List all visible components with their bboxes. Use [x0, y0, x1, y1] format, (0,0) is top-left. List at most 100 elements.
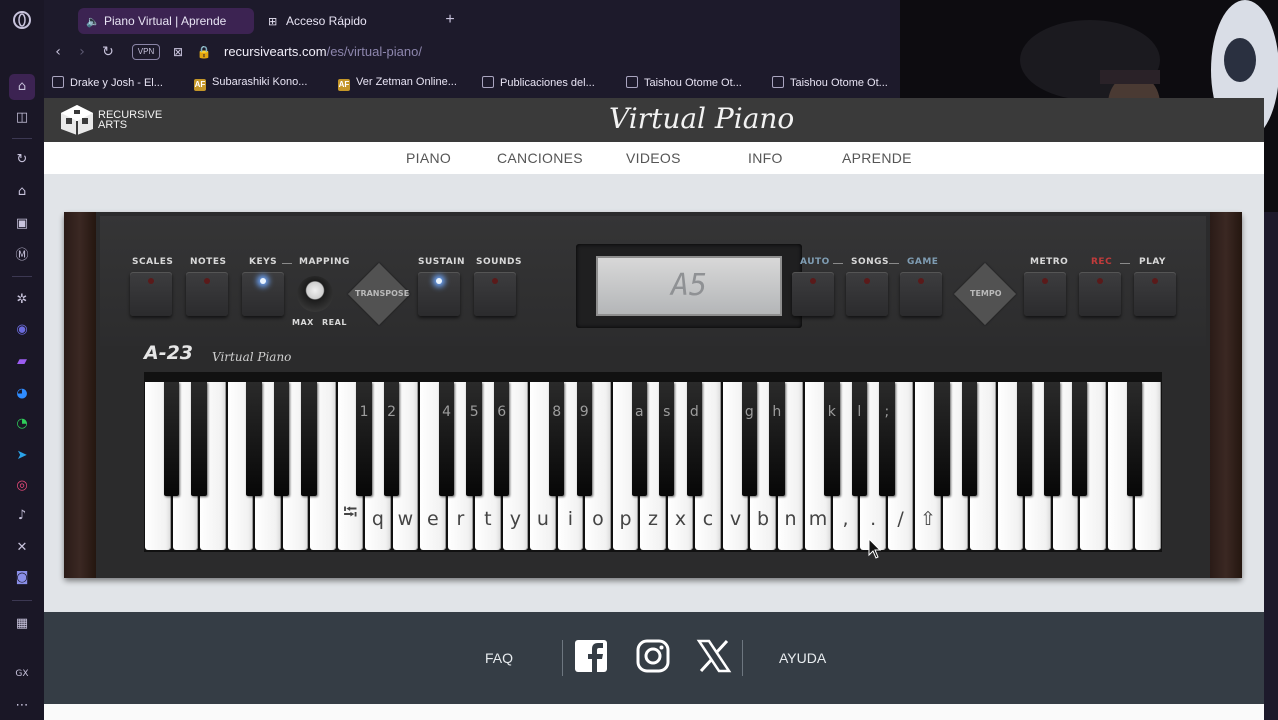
gx-icon[interactable]: GX — [12, 664, 32, 684]
facebook-icon[interactable] — [573, 638, 609, 674]
screenshot-icon[interactable]: ⊠ — [168, 42, 188, 62]
recursive-arts-logo[interactable] — [60, 104, 94, 136]
url-path: /es/virtual-piano/ — [326, 44, 422, 59]
white-key-label: i — [567, 508, 574, 530]
telegram-icon[interactable]: ➤ — [12, 446, 32, 466]
bookmark-item[interactable]: Taishou Otome Ot... — [626, 76, 742, 89]
black-key[interactable]: g — [741, 382, 757, 496]
opera-logo-icon[interactable] — [12, 10, 32, 30]
black-key[interactable]: d — [686, 382, 702, 496]
mapping-knob[interactable] — [297, 276, 333, 312]
reload-icon[interactable]: ↻ — [98, 42, 118, 62]
black-key[interactable] — [301, 382, 317, 496]
bookmark-item[interactable]: Drake y Josh - El... — [52, 76, 163, 89]
x-icon[interactable] — [696, 638, 732, 674]
ai-icon[interactable]: ✲ — [12, 290, 32, 310]
history-icon[interactable]: ↻ — [12, 150, 32, 170]
lock-icon[interactable]: 🔒 — [194, 42, 214, 62]
black-key[interactable] — [961, 382, 978, 496]
black-key[interactable]: 4 — [438, 382, 455, 496]
extensions-icon[interactable]: ▦ — [12, 614, 32, 634]
more-icon[interactable]: ⋯ — [12, 696, 32, 716]
black-key[interactable] — [273, 382, 290, 496]
keys-button[interactable] — [242, 272, 284, 316]
bookmark-label: Publicaciones del... — [500, 77, 595, 89]
af-icon: AF — [338, 79, 350, 91]
help-link[interactable]: AYUDA — [779, 650, 826, 666]
m-icon[interactable]: Ⓜ — [12, 246, 32, 266]
game-button[interactable] — [900, 272, 942, 316]
url-field[interactable]: recursivearts.com/es/virtual-piano/ — [224, 44, 422, 59]
tiktok-icon[interactable]: ♪ — [12, 506, 32, 526]
bookmark-item[interactable]: Publicaciones del... — [482, 76, 595, 89]
black-key[interactable] — [1044, 382, 1060, 496]
gamepad-icon[interactable]: ◫ — [12, 108, 32, 128]
messenger-icon[interactable]: ◕ — [12, 384, 32, 404]
back-icon[interactable]: ‹ — [48, 42, 68, 62]
black-key-label: d — [689, 404, 699, 420]
black-key[interactable]: 8 — [548, 382, 565, 496]
tab-virtual-piano[interactable]: 🔈 Piano Virtual | Aprende — [78, 8, 254, 34]
black-key[interactable]: a — [631, 382, 647, 496]
bookmark-item[interactable]: Taishou Otome Ot... — [772, 76, 888, 89]
sustain-button[interactable] — [418, 272, 460, 316]
cs-icon[interactable]: ◉ — [12, 320, 32, 340]
forward-icon[interactable]: › — [72, 42, 92, 62]
home-icon[interactable]: ⌂ — [9, 74, 35, 100]
nav-piano[interactable]: PIANO — [406, 150, 451, 166]
black-key[interactable] — [246, 382, 262, 496]
tab-label: Piano Virtual | Aprende — [104, 14, 227, 28]
black-key[interactable] — [1071, 382, 1088, 496]
faq-link[interactable]: FAQ — [485, 650, 513, 666]
twitch-icon[interactable]: ▰ — [12, 352, 32, 372]
game-label: GAME — [907, 257, 939, 267]
black-key[interactable]: h — [769, 382, 785, 496]
black-key[interactable]: 9 — [576, 382, 592, 496]
songs-button[interactable] — [846, 272, 888, 316]
black-key[interactable]: 5 — [466, 382, 482, 496]
bookmark-item[interactable]: AF Subarashiki Kono... — [194, 76, 307, 91]
black-key[interactable]: 6 — [493, 382, 510, 496]
discord-icon[interactable]: ◙ — [12, 568, 32, 588]
nav-canciones[interactable]: CANCIONES — [497, 150, 583, 166]
shopping-icon[interactable]: ⌂ — [12, 182, 32, 202]
black-key[interactable]: l — [851, 382, 868, 496]
vpn-badge[interactable]: VPN — [132, 44, 160, 60]
play-button[interactable] — [1134, 272, 1176, 316]
instagram-icon[interactable] — [635, 638, 671, 674]
black-key[interactable]: 2 — [383, 382, 400, 496]
notes-button[interactable] — [186, 272, 228, 316]
black-key[interactable]: ; — [879, 382, 895, 496]
nav-info[interactable]: INFO — [748, 150, 783, 166]
image-icon[interactable]: ▣ — [12, 214, 32, 234]
sounds-button[interactable] — [474, 272, 516, 316]
auto-button[interactable] — [792, 272, 834, 316]
scales-button[interactable] — [130, 272, 172, 316]
tab-acceso-rapido[interactable]: ⊞ Acceso Rápido — [260, 8, 430, 34]
metro-button[interactable] — [1024, 272, 1066, 316]
black-key[interactable] — [1126, 382, 1143, 496]
black-key[interactable] — [934, 382, 950, 496]
white-key-label: t — [484, 508, 492, 530]
bookmark-item[interactable]: AF Ver Zetman Online... — [338, 76, 457, 91]
rec-button[interactable] — [1079, 272, 1121, 316]
bookmark-label: Taishou Otome Ot... — [644, 77, 742, 89]
nav-videos[interactable]: VIDEOS — [626, 150, 681, 166]
site-nav: PIANO CANCIONES VIDEOS INFO APRENDE — [44, 142, 1264, 174]
black-key[interactable] — [1016, 382, 1033, 496]
white-key-label: r — [456, 508, 465, 530]
white-key-label: x — [674, 508, 687, 530]
black-key[interactable] — [163, 382, 180, 496]
black-key[interactable]: k — [824, 382, 840, 496]
black-key[interactable]: 1 — [356, 382, 372, 496]
nav-aprende[interactable]: APRENDE — [842, 150, 912, 166]
whatsapp-icon[interactable]: ◔ — [12, 414, 32, 434]
white-key-label: u — [536, 508, 549, 530]
white-key-label: y — [509, 508, 522, 530]
x-sidebar-icon[interactable]: ✕ — [12, 538, 32, 558]
black-key[interactable]: s — [659, 382, 675, 496]
notes-label: NOTES — [190, 257, 227, 267]
new-tab-button[interactable]: + — [440, 10, 460, 30]
black-key[interactable] — [191, 382, 207, 496]
instagram-sidebar-icon[interactable]: ◎ — [12, 476, 32, 496]
